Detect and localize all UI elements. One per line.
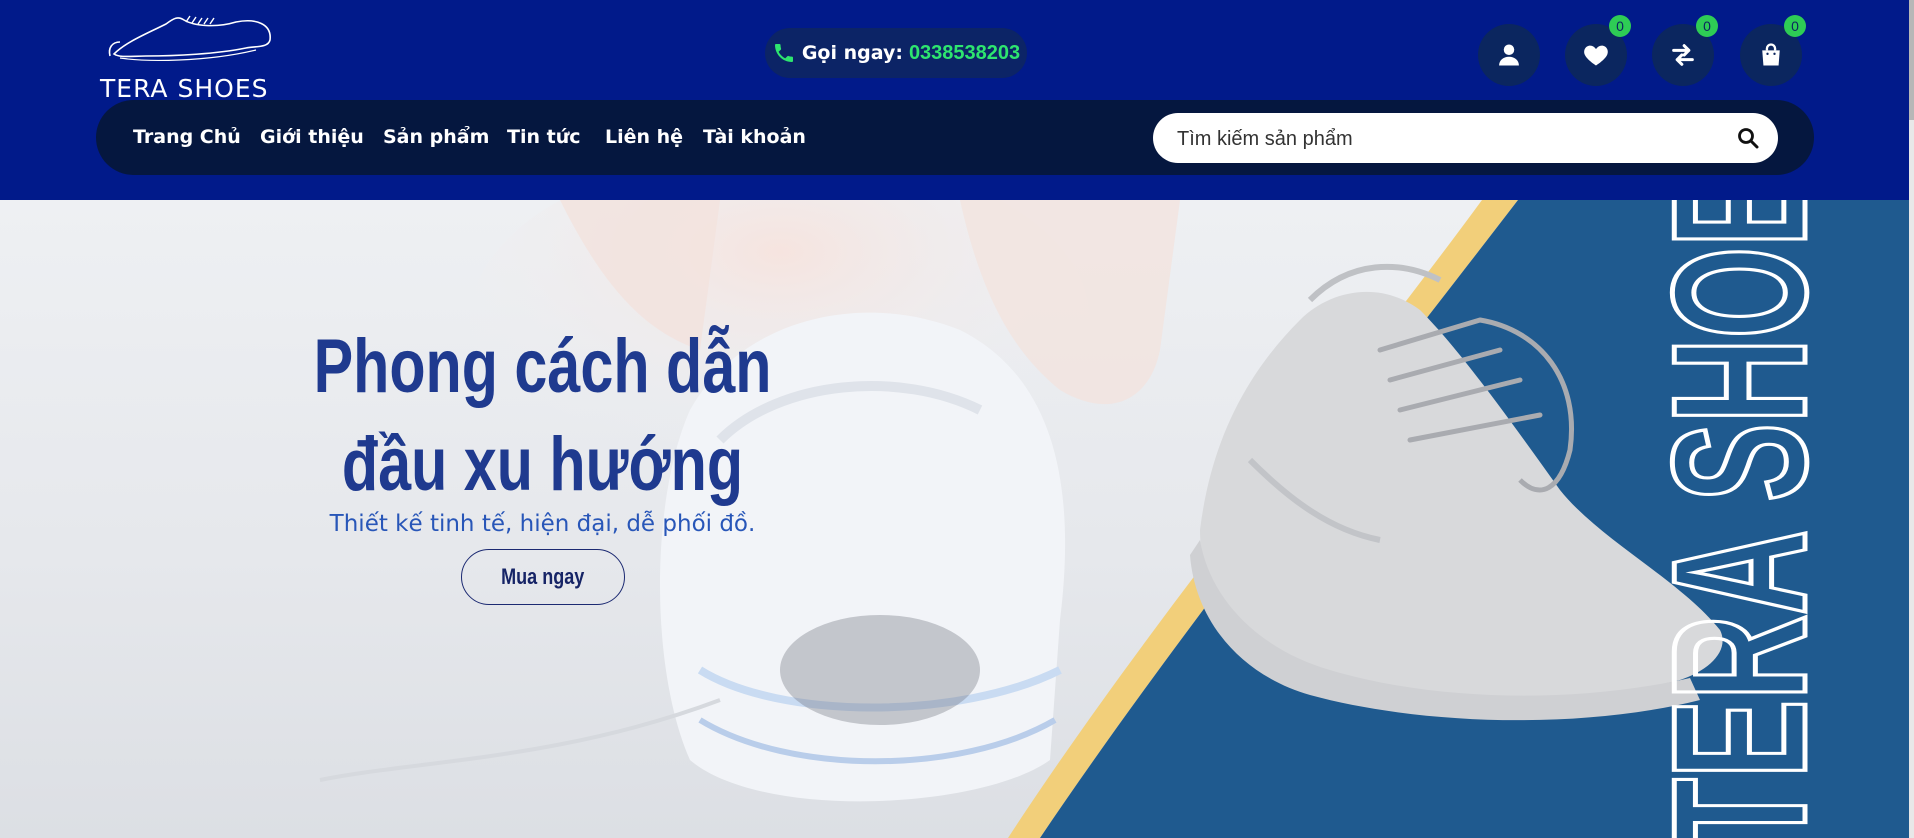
nav-item-about[interactable]: Giới thiệu [260, 126, 364, 148]
hotline[interactable]: Gọi ngay: 0338538203 [765, 28, 1027, 78]
hotline-label: Gọi ngay: [801, 42, 903, 64]
search-input[interactable] [1175, 113, 1719, 165]
svg-text:TERA SHOES: TERA SHOES [1655, 200, 1825, 838]
heart-icon [1584, 45, 1608, 66]
user-icon [1499, 44, 1519, 66]
hero-title: Phong cách dẫn đầu xu hướng [313, 324, 772, 507]
compare-button[interactable]: 0 [1652, 15, 1718, 86]
nav-item-news[interactable]: Tin tức [507, 126, 581, 148]
nav-item-contact[interactable]: Liên hệ [605, 126, 683, 148]
shopping-bag-icon [1762, 43, 1780, 66]
hero-banner: TERA SHOES Phong cách dẫn đầu xu hướng T… [0, 200, 1909, 838]
nav-item-home[interactable]: Trang Chủ [133, 126, 241, 148]
phone-icon [774, 44, 793, 62]
search-icon[interactable] [1736, 126, 1760, 150]
page-scrollbar[interactable] [1909, 0, 1914, 838]
nav-item-account[interactable]: Tài khoản [703, 126, 806, 148]
shoe-logo-icon [108, 15, 271, 61]
wishlist-button[interactable]: 0 [1565, 15, 1631, 86]
logo-text: TERA SHOES [100, 74, 269, 103]
compare-count-badge: 0 [1696, 15, 1718, 37]
cart-button[interactable]: 0 [1740, 15, 1806, 86]
site-header: TERA SHOES Gọi ngay: 0338538203 0 0 0 Tr… [0, 0, 1909, 200]
scrollbar-thumb[interactable] [1909, 0, 1914, 120]
shop-now-button[interactable]: Mua ngay [461, 549, 625, 605]
compare-arrows-icon [1672, 44, 1694, 66]
account-button[interactable] [1478, 24, 1540, 86]
search-box [1153, 113, 1778, 165]
nav-item-products[interactable]: Sản phẩm [383, 126, 489, 148]
hero-subtitle: Thiết kế tinh tế, hiện đại, dễ phối đồ. [329, 511, 756, 537]
cart-count-badge: 0 [1784, 15, 1806, 37]
hotline-number[interactable]: 0338538203 [909, 42, 1020, 65]
vertical-brand-text: TERA SHOES [1655, 200, 1825, 838]
wishlist-count-badge: 0 [1609, 15, 1631, 37]
logo[interactable]: TERA SHOES [96, 12, 286, 103]
shop-now-label: Mua ngay [501, 564, 585, 589]
